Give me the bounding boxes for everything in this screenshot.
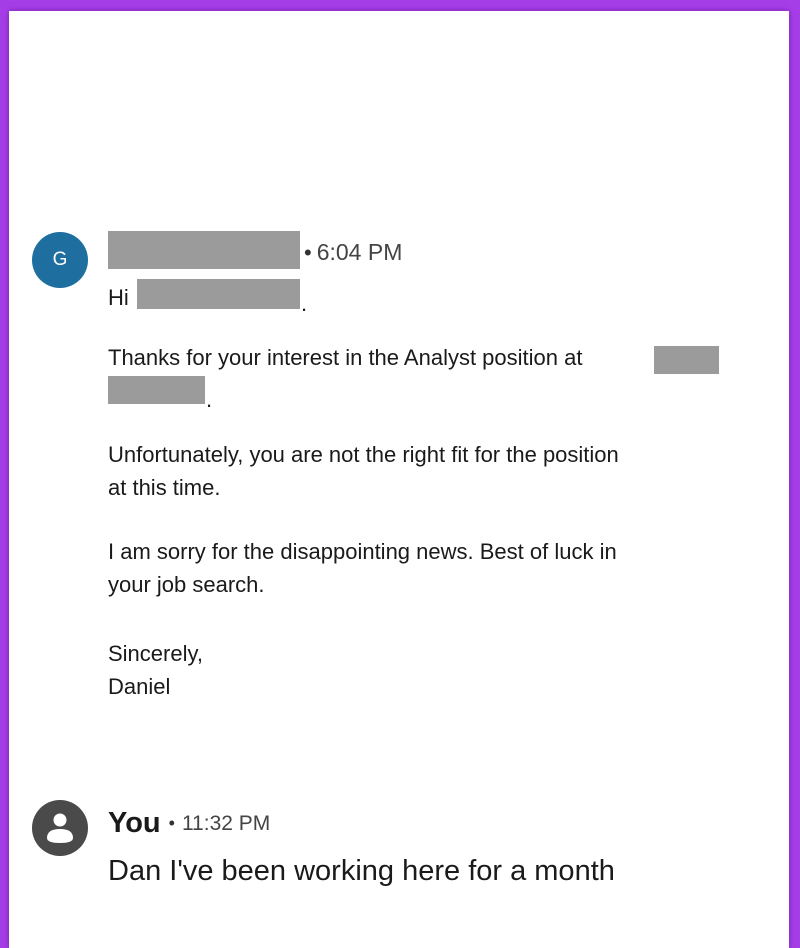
rejection-line-2: at this time. — [108, 475, 221, 500]
paragraph-interest-text: Thanks for your interest in the Analyst … — [108, 345, 583, 370]
greeting-line: Hi — [108, 281, 129, 314]
apology-line-2: your job search. — [108, 572, 265, 597]
redacted-sender-name — [108, 231, 300, 269]
interest-period: . — [206, 387, 213, 412]
header-separator: • — [304, 239, 312, 265]
reply-separator: • — [168, 813, 175, 833]
rejection-line-1: Unfortunately, you are not the right fit… — [108, 442, 619, 467]
person-icon — [47, 813, 73, 843]
paragraph-interest: Thanks for your interest in the Analyst … — [108, 341, 582, 374]
redacted-company-name — [654, 346, 719, 374]
sign-off: Sincerely, — [108, 641, 203, 666]
signature-name: Daniel — [108, 674, 171, 699]
redacted-company-name-2 — [108, 376, 205, 404]
apology-line-1: I am sorry for the disappointing news. B… — [108, 539, 617, 564]
reply-message-text: Dan I've been working here for a month — [108, 855, 615, 887]
greeting-period: . — [301, 291, 308, 316]
reply-sender-name: You — [108, 807, 161, 839]
avatar-letter: G — [52, 249, 68, 270]
sender-avatar[interactable]: G — [32, 232, 88, 288]
message-header: • 6:04 PM — [304, 239, 402, 266]
paragraph-apology: I am sorry for the disappointing news. B… — [108, 535, 617, 601]
message-timestamp: 6:04 PM — [316, 239, 403, 265]
redacted-recipient-name — [137, 279, 300, 309]
chat-window: G • 6:04 PM Hi . Thanks for your interes… — [9, 11, 789, 948]
reply-timestamp: 11:32 PM — [181, 811, 271, 835]
paragraph-rejection: Unfortunately, you are not the right fit… — [108, 438, 619, 504]
signature-block: Sincerely, Daniel — [108, 637, 203, 703]
user-avatar-icon[interactable] — [32, 800, 88, 856]
greeting-text: Hi — [108, 285, 129, 310]
reply-header: You • 11:32 PM — [108, 807, 270, 840]
